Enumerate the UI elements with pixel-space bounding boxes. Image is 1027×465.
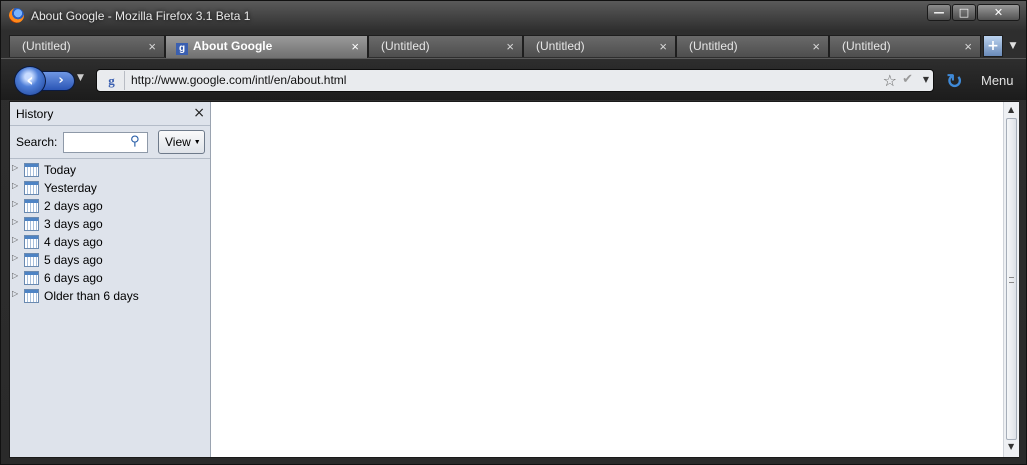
forward-button[interactable]: › <box>41 71 75 91</box>
sidebar-title: History <box>16 107 54 121</box>
view-button-label: View <box>165 135 191 149</box>
calendar-icon <box>24 163 39 177</box>
url-dropdown-icon[interactable]: ▼ <box>923 75 929 84</box>
expand-twisty-icon[interactable]: ▷ <box>12 163 18 172</box>
tab-untitled-6[interactable]: (Untitled) × <box>829 35 981 57</box>
tab-untitled-4[interactable]: (Untitled) × <box>523 35 676 57</box>
tab-strip: (Untitled) × g About Google × (Untitled) … <box>9 35 1021 58</box>
scrollbar-thumb[interactable] <box>1006 118 1017 440</box>
tab-label: (Untitled) <box>689 39 738 53</box>
search-label: Search: <box>16 135 58 149</box>
tab-list-chevron-icon[interactable]: ▼ <box>1005 35 1021 57</box>
calendar-icon <box>24 253 39 267</box>
vertical-scrollbar[interactable]: ▲ ▼ <box>1003 102 1019 457</box>
new-tab-button[interactable]: + <box>983 35 1003 57</box>
maximize-button[interactable]: □ <box>952 4 976 21</box>
search-icon[interactable]: ⚲ <box>130 134 140 149</box>
tab-label: (Untitled) <box>381 39 430 53</box>
expand-twisty-icon[interactable]: ▷ <box>12 217 18 226</box>
url-bar[interactable]: g http://www.google.com/intl/en/about.ht… <box>96 69 934 92</box>
expand-twisty-icon[interactable]: ▷ <box>12 199 18 208</box>
bookmark-star-icon[interactable]: ☆ <box>883 71 897 90</box>
scroll-up-arrow-icon[interactable]: ▲ <box>1008 105 1014 114</box>
site-identity-icon[interactable]: g <box>99 71 125 90</box>
history-group-yesterday[interactable]: ▷ Yesterday <box>10 179 210 197</box>
history-dropdown-icon[interactable]: ▼ <box>77 73 84 83</box>
history-group-label: Older than 6 days <box>44 289 139 303</box>
tab-close-icon[interactable]: × <box>812 39 820 54</box>
history-group-3-days-ago[interactable]: ▷ 3 days ago <box>10 215 210 233</box>
go-check-icon[interactable]: ✔ <box>902 72 913 87</box>
history-tree: ▷ Today ▷ Yesterday ▷ 2 days ago ▷ 3 day… <box>10 158 210 305</box>
calendar-icon <box>24 289 39 303</box>
firefox-logo-icon <box>9 8 24 23</box>
history-group-label: 6 days ago <box>44 271 103 285</box>
window-title: About Google - Mozilla Firefox 3.1 Beta … <box>31 9 251 23</box>
chevron-down-icon: ▼ <box>193 139 201 146</box>
history-group-label: 5 days ago <box>44 253 103 267</box>
tab-close-icon[interactable]: × <box>964 39 972 54</box>
menu-button[interactable]: Menu <box>981 73 1014 88</box>
expand-twisty-icon[interactable]: ▷ <box>12 253 18 262</box>
tab-close-icon[interactable]: × <box>506 39 514 54</box>
expand-twisty-icon[interactable]: ▷ <box>12 235 18 244</box>
tab-label: About Google <box>193 39 273 53</box>
tab-close-icon[interactable]: × <box>351 39 359 54</box>
tab-untitled-3[interactable]: (Untitled) × <box>368 35 523 57</box>
history-group-today[interactable]: ▷ Today <box>10 161 210 179</box>
back-button[interactable]: ‹ <box>14 66 46 96</box>
history-group-older[interactable]: ▷ Older than 6 days <box>10 287 210 305</box>
navigation-toolbar: › ‹ ▼ g http://www.google.com/intl/en/ab… <box>1 58 1026 100</box>
history-group-5-days-ago[interactable]: ▷ 5 days ago <box>10 251 210 269</box>
close-window-button[interactable]: ✕ <box>977 4 1020 21</box>
minimize-button[interactable]: — <box>927 4 951 21</box>
calendar-icon <box>24 217 39 231</box>
calendar-icon <box>24 199 39 213</box>
expand-twisty-icon[interactable]: ▷ <box>12 289 18 298</box>
calendar-icon <box>24 181 39 195</box>
expand-twisty-icon[interactable]: ▷ <box>12 271 18 280</box>
calendar-icon <box>24 271 39 285</box>
tab-label: (Untitled) <box>842 39 891 53</box>
history-group-label: 2 days ago <box>44 199 103 213</box>
expand-twisty-icon[interactable]: ▷ <box>12 181 18 190</box>
history-group-2-days-ago[interactable]: ▷ 2 days ago <box>10 197 210 215</box>
reload-icon[interactable]: ↻ <box>946 69 963 93</box>
calendar-icon <box>24 235 39 249</box>
tab-label: (Untitled) <box>536 39 585 53</box>
sidebar-header: History × <box>10 102 210 126</box>
sidebar-close-icon[interactable]: × <box>193 105 205 121</box>
history-group-6-days-ago[interactable]: ▷ 6 days ago <box>10 269 210 287</box>
tab-untitled-5[interactable]: (Untitled) × <box>676 35 829 57</box>
grip-icon <box>1009 277 1014 283</box>
history-sidebar: History × Search: ⚲ View ▼ ▷ Today ▷ Yest… <box>10 102 211 457</box>
browser-window: About Google - Mozilla Firefox 3.1 Beta … <box>0 0 1027 465</box>
history-group-label: Yesterday <box>44 181 97 195</box>
content-area: History × Search: ⚲ View ▼ ▷ Today ▷ Yest… <box>9 101 1019 458</box>
scroll-down-arrow-icon[interactable]: ▼ <box>1008 442 1014 451</box>
tab-close-icon[interactable]: × <box>659 39 667 54</box>
tab-about-google[interactable]: g About Google × <box>165 35 368 58</box>
tab-untitled-1[interactable]: (Untitled) × <box>9 35 165 57</box>
history-group-label: 3 days ago <box>44 217 103 231</box>
history-group-label: Today <box>44 163 77 177</box>
web-page-body[interactable] <box>212 102 1003 457</box>
tab-label: (Untitled) <box>22 39 71 53</box>
tab-close-icon[interactable]: × <box>148 39 156 54</box>
history-group-4-days-ago[interactable]: ▷ 4 days ago <box>10 233 210 251</box>
google-favicon-icon: g <box>176 43 188 55</box>
url-input[interactable]: http://www.google.com/intl/en/about.html <box>131 73 346 87</box>
view-button[interactable]: View ▼ <box>158 130 205 154</box>
history-group-label: 4 days ago <box>44 235 103 249</box>
title-bar: About Google - Mozilla Firefox 3.1 Beta … <box>1 1 1026 31</box>
